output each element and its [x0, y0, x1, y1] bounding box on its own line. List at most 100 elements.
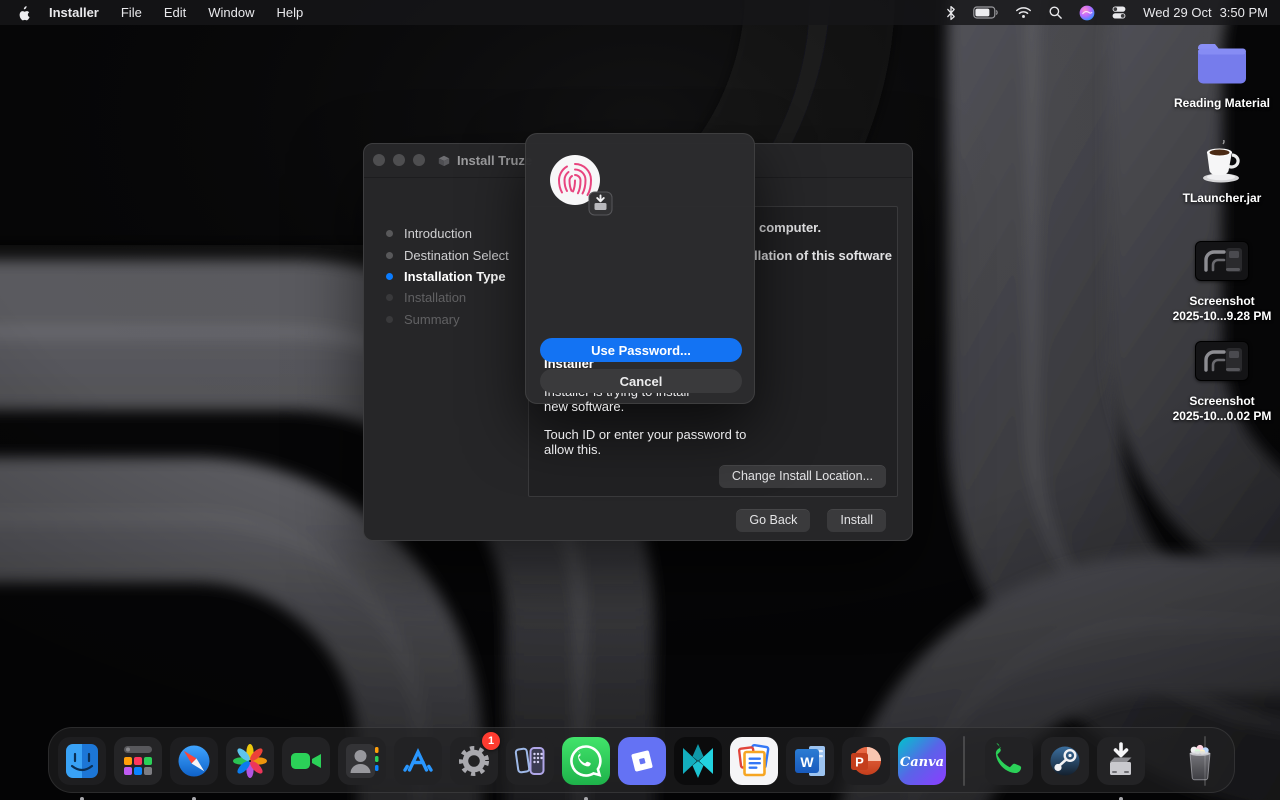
folder-icon: [1193, 40, 1251, 87]
dock-item-installer-app[interactable]: [1097, 737, 1145, 785]
menu-app-name[interactable]: Installer: [38, 5, 110, 20]
documents-icon: [730, 737, 778, 785]
notification-badge: 1: [482, 732, 500, 750]
wifi-icon[interactable]: [1015, 6, 1032, 19]
desktop-icon-reading-material[interactable]: Reading Material: [1160, 40, 1280, 111]
dock-item-contacts[interactable]: [338, 737, 386, 785]
apple-logo-icon: [17, 5, 30, 21]
safari-icon: [170, 737, 218, 785]
desktop-label: Reading Material: [1160, 96, 1280, 111]
desktop-icon-tlauncher[interactable]: TLauncher.jar: [1160, 140, 1280, 206]
desktop-icon-screenshot-2[interactable]: Screenshot 2025-10...0.02 PM: [1160, 341, 1280, 424]
dock-item-finder[interactable]: [58, 737, 106, 785]
dock-item-whatsapp[interactable]: [562, 737, 610, 785]
spotlight-icon[interactable]: [1048, 5, 1063, 20]
word-icon: W: [786, 737, 834, 785]
menu-clock[interactable]: Wed 29 Oct 3:50 PM: [1143, 5, 1268, 20]
phone-icon: [985, 737, 1033, 785]
menu-edit[interactable]: Edit: [153, 0, 197, 25]
screenshot-thumbnail: [1195, 241, 1249, 281]
app-store-icon: [394, 737, 442, 785]
go-back-button[interactable]: Go Back: [736, 509, 810, 532]
dock-item-safari[interactable]: [170, 737, 218, 785]
menu-file[interactable]: File: [110, 0, 153, 25]
step-summary: Summary: [386, 309, 509, 330]
photos-icon: [226, 737, 274, 785]
apple-menu[interactable]: [8, 5, 38, 21]
desktop-screen: Installer File Edit Window Help: [0, 0, 1280, 800]
contacts-icon: [338, 737, 386, 785]
dock-item-facetime[interactable]: [282, 737, 330, 785]
package-icon: [437, 154, 451, 167]
step-dot: [386, 316, 393, 323]
menu-bar: Installer File Edit Window Help: [0, 0, 1280, 25]
dock-item-launchpad[interactable]: [114, 737, 162, 785]
coffee-cup-icon: [1196, 140, 1248, 184]
facetime-icon: [282, 737, 330, 785]
finder-icon: [58, 737, 106, 785]
desktop-icon-screenshot-1[interactable]: Screenshot 2025-10...9.28 PM: [1160, 241, 1280, 324]
step-introduction: Introduction: [386, 223, 509, 244]
dock-item-documents-app[interactable]: [730, 737, 778, 785]
battery-icon[interactable]: [973, 6, 999, 19]
dock-item-word[interactable]: W: [786, 737, 834, 785]
steam-icon: [1041, 737, 1089, 785]
menu-help[interactable]: Help: [265, 0, 314, 25]
launchpad-icon: [114, 737, 162, 785]
trash-full-icon: [1176, 737, 1224, 785]
siri-icon[interactable]: [1079, 5, 1095, 21]
change-install-location-button[interactable]: Change Install Location...: [719, 465, 886, 488]
roblox-icon: [618, 737, 666, 785]
dock-item-powerpoint[interactable]: P: [842, 737, 890, 785]
content-text-fragment: computer.: [759, 220, 821, 235]
iphone-mirroring-icon: [506, 737, 554, 785]
menu-window[interactable]: Window: [197, 0, 265, 25]
step-dot-active: [386, 273, 393, 280]
zoom-button[interactable]: [413, 154, 425, 166]
svg-text:Canva: Canva: [900, 755, 944, 770]
screenshot-thumbnail: [1195, 341, 1249, 381]
touch-id-fingerprint-icon: [548, 154, 622, 228]
content-text-fragment: llation of this software: [754, 248, 892, 263]
control-center-icon[interactable]: [1111, 5, 1127, 20]
cancel-button[interactable]: Cancel: [540, 369, 742, 393]
bluetooth-icon[interactable]: [945, 5, 957, 21]
step-dot: [386, 252, 393, 259]
powerpoint-icon: P: [842, 737, 890, 785]
dock-item-teal-star-app[interactable]: [674, 737, 722, 785]
svg-text:P: P: [855, 755, 864, 770]
touch-id-dialog: Installer Installer is trying to install…: [525, 133, 755, 404]
install-button[interactable]: Install: [827, 509, 886, 532]
dock-item-canva[interactable]: Canva: [898, 737, 946, 785]
dock-divider: [963, 736, 965, 786]
clock-time: 3:50 PM: [1220, 5, 1268, 20]
desktop-label-line1: Screenshot: [1160, 294, 1280, 309]
canva-icon: Canva: [898, 737, 946, 785]
dock: 1: [48, 727, 1235, 793]
dock-item-trash[interactable]: [1176, 737, 1224, 785]
svg-text:W: W: [800, 754, 814, 770]
step-destination-select: Destination Select: [386, 244, 509, 265]
step-dot: [386, 230, 393, 237]
desktop-label-line2: 2025-10...9.28 PM: [1160, 309, 1280, 324]
dock-item-photos[interactable]: [226, 737, 274, 785]
dialog-prompt: Touch ID or enter your password to allow…: [544, 428, 746, 457]
clock-date: Wed 29 Oct: [1143, 5, 1211, 20]
teal-star-icon: [674, 737, 722, 785]
dock-item-roblox[interactable]: [618, 737, 666, 785]
desktop-label: TLauncher.jar: [1160, 191, 1280, 206]
minimize-button[interactable]: [393, 154, 405, 166]
step-dot: [386, 294, 393, 301]
dock-item-app-store[interactable]: [394, 737, 442, 785]
close-button[interactable]: [373, 154, 385, 166]
window-title: Install Truze: [437, 153, 532, 168]
dock-item-system-settings[interactable]: 1: [450, 737, 498, 785]
use-password-button[interactable]: Use Password...: [540, 338, 742, 362]
desktop-label-line2: 2025-10...0.02 PM: [1160, 409, 1280, 424]
dock-item-phone[interactable]: [985, 737, 1033, 785]
installer-app-icon: [1097, 737, 1145, 785]
dock-item-steam[interactable]: [1041, 737, 1089, 785]
step-installation-type: Installation Type: [386, 266, 509, 287]
dock-item-iphone-mirroring[interactable]: [506, 737, 554, 785]
step-installation: Installation: [386, 287, 509, 308]
